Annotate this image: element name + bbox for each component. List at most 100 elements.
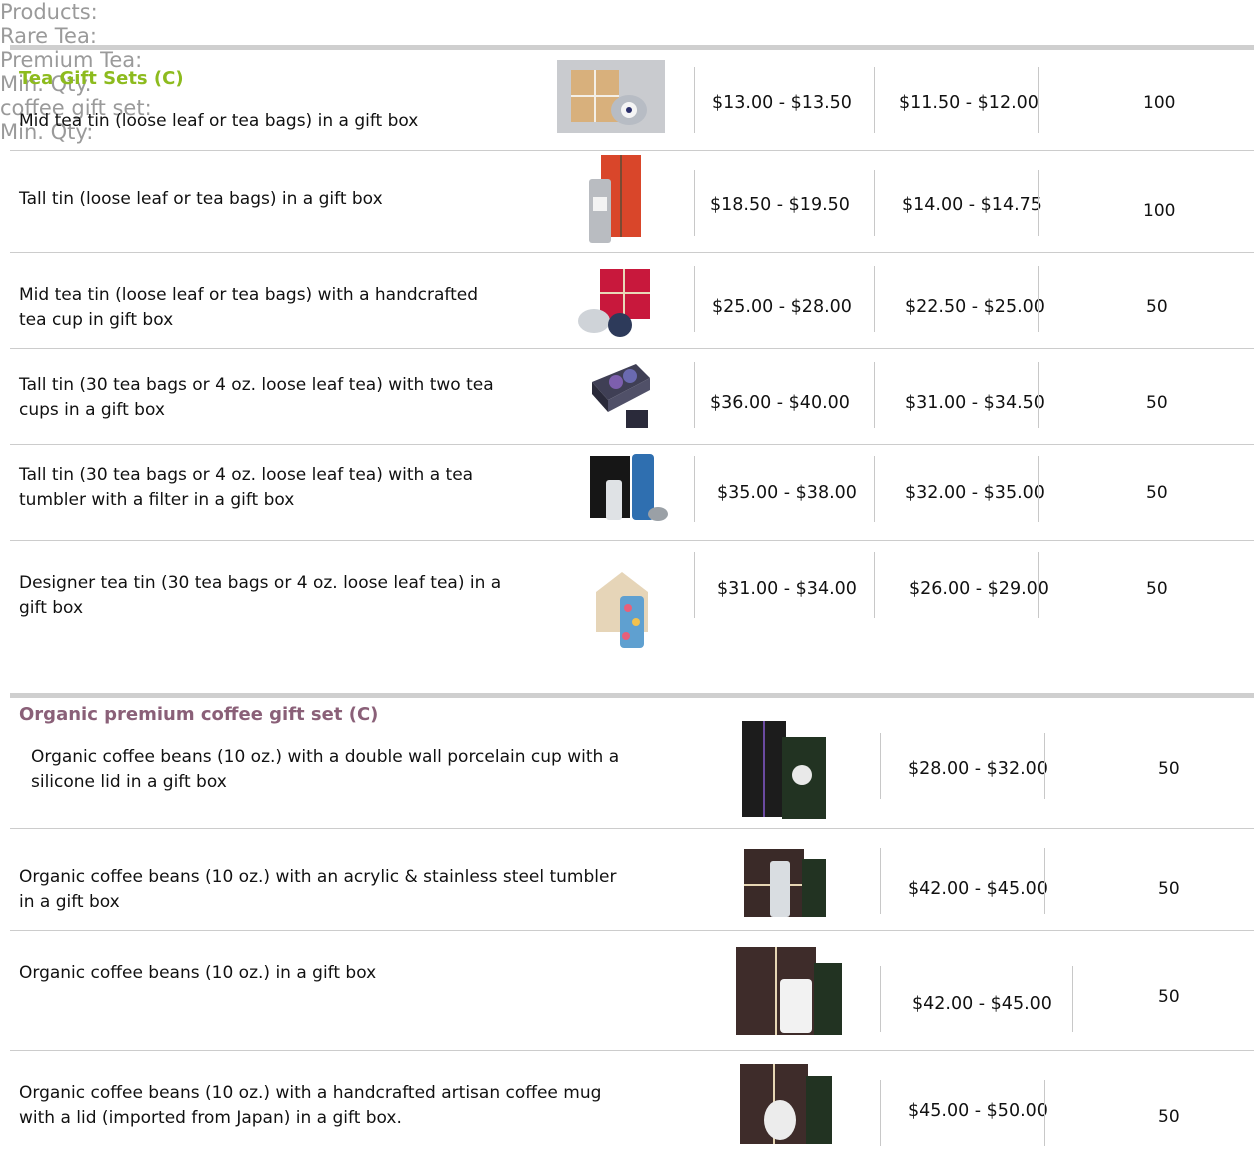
row-divider [10, 150, 1254, 151]
column-divider [880, 733, 881, 799]
coffee-price: $42.00 - $45.00 [912, 994, 1052, 1014]
column-divider [694, 456, 695, 522]
product-description: Mid tea tin (loose leaf or tea bags) wit… [19, 283, 478, 333]
black-box-tumbler-image [586, 452, 672, 524]
brown-box-mug-image [738, 1062, 834, 1146]
header-products: Products: [0, 0, 98, 24]
column-divider [1044, 1080, 1045, 1146]
product-description: Organic coffee beans (10 oz.) in a gift … [19, 961, 376, 986]
premium-tea-price: $26.00 - $29.00 [909, 579, 1049, 599]
min-qty: 100 [1143, 201, 1176, 221]
min-qty: 50 [1158, 879, 1180, 899]
column-divider [694, 362, 695, 428]
rare-tea-price: $36.00 - $40.00 [710, 393, 850, 413]
product-description: Tall tin (30 tea bags or 4 oz. loose lea… [19, 373, 494, 423]
designer-tin-image [592, 566, 652, 650]
description-line: silicone lid in a gift box [31, 772, 227, 792]
min-qty: 50 [1158, 1107, 1180, 1127]
premium-tea-price: $14.00 - $14.75 [902, 195, 1042, 215]
column-divider [694, 266, 695, 332]
brown-box-cup-image [734, 943, 844, 1037]
min-qty: 50 [1158, 987, 1180, 1007]
row-divider [10, 252, 1254, 253]
min-qty: 50 [1146, 297, 1168, 317]
column-divider [694, 170, 695, 236]
rare-tea-price: $31.00 - $34.00 [717, 579, 857, 599]
brown-box-tumbler-image [740, 845, 830, 921]
product-description: Organic coffee beans (10 oz.) with an ac… [19, 865, 616, 915]
column-divider [880, 848, 881, 914]
column-divider [1038, 362, 1039, 428]
product-description: Organic coffee beans (10 oz.) with a han… [19, 1081, 601, 1131]
row-divider [10, 444, 1254, 445]
column-divider [874, 266, 875, 332]
column-divider [694, 552, 695, 618]
description-line: with a lid (imported from Japan) in a gi… [19, 1108, 402, 1128]
coffee-section-title: Organic premium coffee gift set (C) [19, 704, 379, 725]
min-qty: 50 [1146, 579, 1168, 599]
column-divider [1038, 67, 1039, 133]
column-divider [880, 966, 881, 1032]
description-line: tumbler with a filter in a gift box [19, 490, 295, 510]
coffee-price: $28.00 - $32.00 [908, 759, 1048, 779]
description-line: Organic coffee beans (10 oz.) with an ac… [19, 867, 617, 887]
row-divider [10, 828, 1254, 829]
column-divider [1038, 170, 1039, 236]
column-divider [874, 170, 875, 236]
open-box-two-cups-image [586, 360, 654, 432]
red-box-with-tall-tin-image [585, 153, 645, 245]
product-description: Tall tin (30 tea bags or 4 oz. loose lea… [19, 463, 473, 513]
row-divider [10, 348, 1254, 349]
rare-tea-price: $25.00 - $28.00 [712, 297, 852, 317]
premium-tea-price: $31.00 - $34.50 [905, 393, 1045, 413]
min-qty: 50 [1158, 759, 1180, 779]
product-description: Designer tea tin (30 tea bags or 4 oz. l… [19, 571, 501, 621]
column-divider [874, 67, 875, 133]
kraft-box-with-tin-image [557, 60, 665, 133]
column-divider [880, 1080, 881, 1146]
coffee-header-divider [10, 693, 1254, 698]
description-line: cups in a gift box [19, 400, 165, 420]
column-divider [1038, 266, 1039, 332]
row-divider [10, 930, 1254, 931]
description-line: Organic coffee beans (10 oz.) in a gift … [19, 963, 377, 983]
description-line: in a gift box [19, 892, 120, 912]
description-line: Organic coffee beans (10 oz.) with a han… [19, 1083, 602, 1103]
column-divider [1044, 733, 1045, 799]
row-divider [10, 1050, 1254, 1051]
column-divider [694, 67, 695, 133]
column-divider [1072, 966, 1073, 1032]
coffee-price: $42.00 - $45.00 [908, 879, 1048, 899]
description-line: Tall tin (30 tea bags or 4 oz. loose lea… [19, 465, 474, 485]
description-line: Designer tea tin (30 tea bags or 4 oz. l… [19, 573, 502, 593]
min-qty: 50 [1146, 393, 1168, 413]
column-divider [1038, 552, 1039, 618]
premium-tea-price: $11.50 - $12.00 [899, 93, 1039, 113]
description-line: Tall tin (loose leaf or tea bags) in a g… [19, 189, 383, 209]
product-description: Mid tea tin (loose leaf or tea bags) in … [19, 109, 418, 134]
description-line: Tall tin (30 tea bags or 4 oz. loose lea… [19, 375, 494, 395]
premium-tea-price: $32.00 - $35.00 [905, 483, 1045, 503]
coffee-price: $45.00 - $50.00 [908, 1101, 1048, 1121]
premium-tea-price: $22.50 - $25.00 [905, 297, 1045, 317]
description-line: Mid tea tin (loose leaf or tea bags) in … [19, 111, 419, 131]
description-line: Organic coffee beans (10 oz.) with a dou… [31, 747, 620, 767]
header-divider [10, 45, 1254, 50]
description-line: gift box [19, 598, 83, 618]
column-divider [1044, 848, 1045, 914]
row-divider [10, 540, 1254, 541]
product-description: Organic coffee beans (10 oz.) with a dou… [31, 745, 619, 795]
column-divider [874, 362, 875, 428]
column-divider [874, 552, 875, 618]
min-qty: 50 [1146, 483, 1168, 503]
rare-tea-price: $13.00 - $13.50 [712, 93, 852, 113]
product-description: Tall tin (loose leaf or tea bags) in a g… [19, 187, 383, 212]
min-qty: 100 [1143, 93, 1176, 113]
column-divider [874, 456, 875, 522]
red-box-with-cup-image [574, 263, 654, 339]
description-line: Mid tea tin (loose leaf or tea bags) wit… [19, 285, 478, 305]
tea-section-title: Tea Gift Sets (C) [19, 68, 184, 89]
black-box-coffee-bag-image [738, 717, 830, 821]
column-divider [1038, 456, 1039, 522]
description-line: tea cup in gift box [19, 310, 174, 330]
